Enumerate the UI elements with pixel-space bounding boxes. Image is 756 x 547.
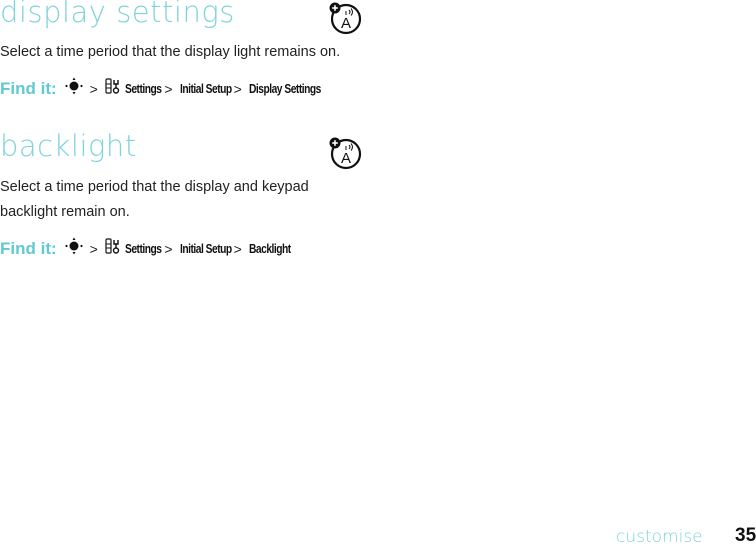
path-item-settings: Settings <box>124 82 162 96</box>
path-separator: > <box>233 240 242 257</box>
path-separator: > <box>89 80 98 97</box>
footer-section-name: customise <box>616 527 703 547</box>
path-item-backlight: Backlight <box>248 242 291 256</box>
path-separator: > <box>164 240 173 257</box>
find-it-path: Find it: > Settings > Initial Setup > Di… <box>0 77 336 100</box>
section-heading: display settings <box>0 0 235 29</box>
find-it-label: Find it: <box>0 78 57 98</box>
section-heading: backlight <box>0 129 137 163</box>
path-item-settings: Settings <box>124 242 162 256</box>
path-item-initial-setup: Initial Setup <box>179 82 232 96</box>
section-description: Select a time period that the display an… <box>0 179 309 220</box>
find-it-path: Find it: > Settings > Initial Setup > Ba… <box>0 237 300 260</box>
settings-icon <box>105 238 121 259</box>
network-feature-icon: A <box>328 1 362 40</box>
path-item-initial-setup: Initial Setup <box>179 242 232 256</box>
path-item-display-settings: Display Settings <box>248 82 321 96</box>
page-number: 35 <box>735 525 756 546</box>
settings-icon <box>105 78 121 99</box>
path-separator: > <box>233 80 242 97</box>
nav-key-icon <box>65 237 83 260</box>
path-separator: > <box>89 240 98 257</box>
find-it-label: Find it: <box>0 238 57 258</box>
path-separator: > <box>164 80 173 97</box>
nav-key-icon <box>65 77 83 100</box>
svg-text:A: A <box>341 150 351 167</box>
section-description: Select a time period that the display li… <box>0 44 341 60</box>
network-feature-icon: A <box>328 136 362 175</box>
svg-text:A: A <box>341 15 351 32</box>
